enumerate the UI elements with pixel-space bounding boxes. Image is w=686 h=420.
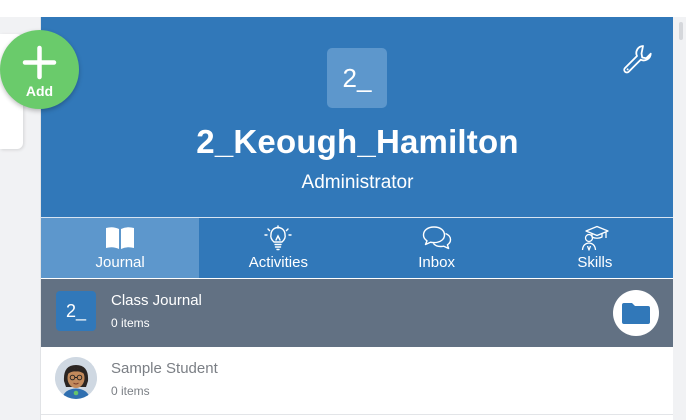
class-journal-avatar: 2_	[56, 291, 96, 331]
profile-role: Administrator	[301, 172, 414, 193]
profile-panel: 2_ 2_Keough_Hamilton Administrator Journ…	[40, 17, 673, 420]
top-strip	[0, 0, 686, 17]
tab-skills-label: Skills	[577, 254, 613, 271]
tab-inbox-label: Inbox	[418, 254, 455, 271]
tab-activities[interactable]: Activities	[199, 218, 357, 278]
sample-student-count: 0 items	[111, 384, 150, 398]
tab-bar: Journal Activities Inbox Skills	[41, 217, 673, 278]
class-journal-row[interactable]: 2_ Class Journal 0 items	[41, 279, 673, 347]
sample-student-name: Sample Student	[111, 360, 218, 377]
tab-inbox[interactable]: Inbox	[358, 218, 516, 278]
tab-activities-label: Activities	[248, 254, 308, 271]
tab-journal[interactable]: Journal	[41, 218, 200, 278]
right-gutter	[673, 17, 686, 420]
plus-icon	[22, 45, 57, 85]
profile-name: 2_Keough_Hamilton	[196, 123, 519, 160]
class-journal-title: Class Journal	[111, 292, 202, 309]
wrench-icon[interactable]	[619, 41, 655, 77]
sample-student-row[interactable]: Sample Student 0 items	[41, 347, 673, 415]
scrollbar-thumb[interactable]	[679, 22, 683, 40]
student-avatar-icon	[55, 357, 97, 399]
tab-journal-label: Journal	[95, 254, 145, 271]
graduate-icon	[580, 225, 610, 251]
profile-avatar: 2_	[327, 48, 387, 108]
tab-skills[interactable]: Skills	[516, 218, 673, 278]
folder-icon[interactable]	[613, 290, 659, 336]
profile-header: 2_ 2_Keough_Hamilton Administrator	[41, 17, 673, 217]
book-icon	[105, 225, 135, 251]
lightbulb-icon	[264, 225, 293, 251]
add-button-label: Add	[25, 83, 54, 99]
add-button[interactable]: Add	[0, 30, 79, 109]
chat-bubbles-icon	[422, 225, 452, 251]
class-journal-count: 0 items	[111, 316, 150, 330]
